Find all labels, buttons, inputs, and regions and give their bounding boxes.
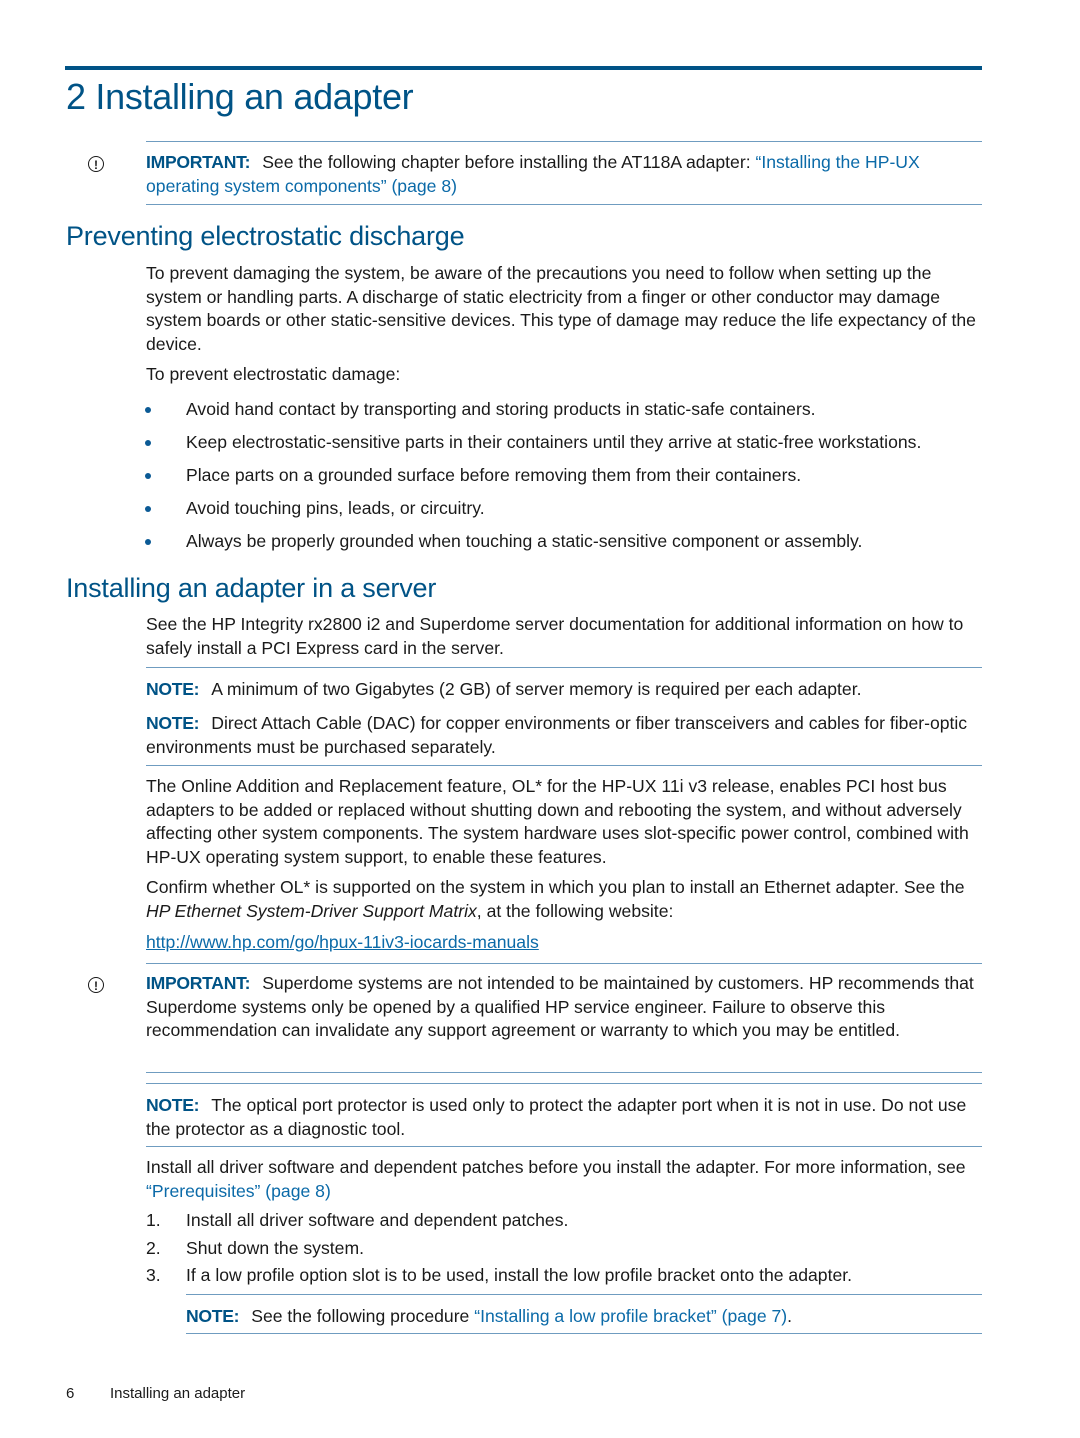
important-callout: IMPORTANT: See the following chapter befo… (146, 151, 982, 198)
important-text: See the following chapter before install… (262, 152, 756, 172)
list-item: Avoid hand contact by transporting and s… (140, 398, 990, 431)
divider (146, 765, 982, 766)
note-low-profile: NOTE: See the following procedure “Instal… (186, 1306, 793, 1326)
divider (146, 1083, 982, 1084)
list-item: Always be properly grounded when touchin… (140, 530, 990, 563)
bullet-dot-icon (145, 440, 151, 446)
link-low-profile-bracket[interactable]: “Installing a low profile bracket” (page… (474, 1306, 787, 1326)
list-item: Avoid touching pins, leads, or circuitry… (140, 497, 990, 530)
page-footer: 6 Installing an adapter (66, 1385, 245, 1402)
iocards-manuals-link[interactable]: http://www.hp.com/go/hpux-11iv3-iocards-… (146, 932, 539, 952)
bullet-dot-icon (145, 506, 151, 512)
important-callout-superdome: IMPORTANT: Superdome systems are not inte… (146, 973, 974, 1040)
link-prerequisites[interactable]: “Prerequisites” (page 8) (146, 1181, 331, 1201)
divider (186, 1294, 982, 1295)
divider (146, 141, 982, 142)
esd-intro: To prevent electrostatic damage: (146, 364, 401, 384)
note-label: NOTE: (146, 713, 200, 733)
note-memory: NOTE: A minimum of two Gigabytes (2 GB) o… (146, 679, 862, 699)
server-paragraph: See the HP Integrity rx2800 i2 and Super… (146, 614, 964, 658)
important-label: IMPORTANT: (146, 152, 251, 172)
divider (186, 1333, 982, 1334)
section-heading-server: Installing an adapter in a server (66, 573, 437, 603)
list-item: 2. Shut down the system. (146, 1237, 364, 1258)
exclamation-circle-icon: ! (88, 156, 104, 172)
divider (146, 1146, 982, 1147)
ol-paragraph: The Online Addition and Replacement feat… (146, 776, 969, 867)
matrix-title: HP Ethernet System-Driver Support Matrix (146, 900, 477, 921)
divider (146, 667, 982, 668)
list-item: 3. If a low profile option slot is to be … (146, 1265, 853, 1285)
confirm-paragraph: Confirm whether OL* is supported on the … (146, 877, 965, 921)
note-label: NOTE: (146, 1095, 200, 1115)
list-item: Keep electrostatic-sensitive parts in th… (140, 431, 990, 464)
divider (146, 1072, 982, 1073)
exclamation-circle-icon: ! (88, 977, 104, 993)
section-heading-esd: Preventing electrostatic discharge (66, 221, 465, 251)
esd-bullet-list: Avoid hand contact by transporting and s… (140, 398, 990, 563)
list-item: 1. Install all driver software and depend… (146, 1210, 569, 1230)
bullet-dot-icon (145, 539, 151, 545)
install-steps: 1. Install all driver software and depend… (146, 1209, 982, 1292)
chapter-title: 2 Installing an adapter (66, 76, 414, 117)
divider (146, 204, 982, 205)
bullet-dot-icon (145, 473, 151, 479)
chapter-top-rule (65, 66, 982, 70)
important-label: IMPORTANT: (146, 973, 251, 993)
document-page: 2 Installing an adapter ! IMPORTANT: See … (0, 0, 1080, 1438)
install-paragraph: Install all driver software and dependen… (146, 1157, 966, 1201)
bullet-dot-icon (145, 407, 151, 413)
running-title: Installing an adapter (110, 1385, 246, 1402)
page-number: 6 (66, 1385, 75, 1402)
esd-paragraph: To prevent damaging the system, be aware… (146, 263, 976, 354)
note-label: NOTE: (146, 679, 200, 699)
url-line: http://www.hp.com/go/hpux-11iv3-iocards-… (146, 931, 982, 955)
divider (146, 963, 982, 964)
note-dac: NOTE: Direct Attach Cable (DAC) for coppe… (146, 713, 968, 757)
list-item: Place parts on a grounded surface before… (140, 464, 990, 497)
note-label: NOTE: (186, 1306, 240, 1326)
note-optical: NOTE: The optical port protector is used … (146, 1095, 967, 1139)
